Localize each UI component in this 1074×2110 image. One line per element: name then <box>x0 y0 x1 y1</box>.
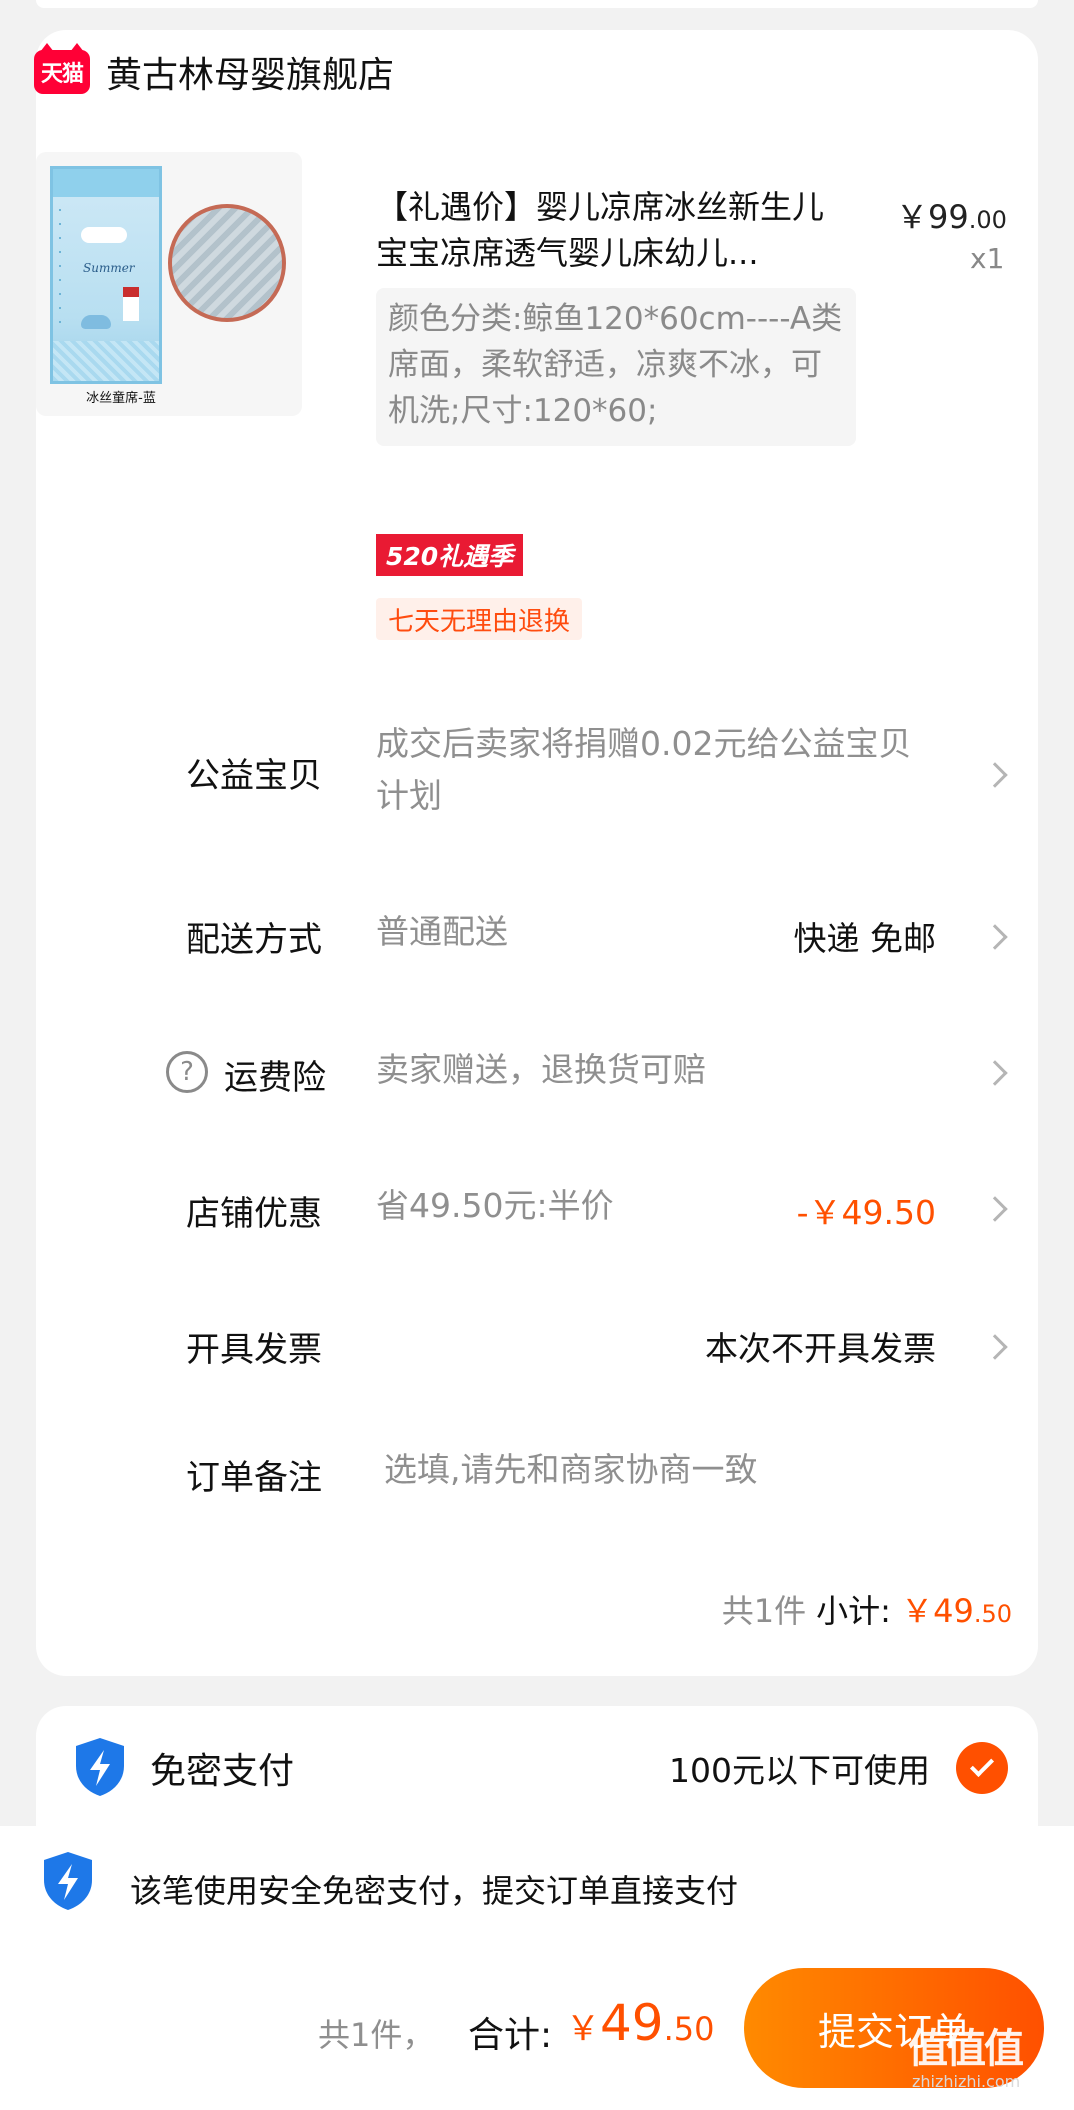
help-icon[interactable]: ? <box>166 1051 208 1093</box>
product-price: ￥99.00 <box>896 198 1007 236</box>
total-count: 共1件， <box>318 2016 435 2054</box>
payment-limit: 100元以下可使用 <box>669 1751 930 1790</box>
checkbox-checked-icon[interactable] <box>956 1742 1008 1794</box>
product-image[interactable]: Summer 冰丝童席-蓝 <box>36 152 302 416</box>
product-title[interactable]: 【礼遇价】婴儿凉席冰丝新生儿宝宝凉席透气婴儿床幼儿... <box>376 184 846 276</box>
mat-text: Summer <box>83 261 135 275</box>
charity-value: 成交后卖家将捐赠0.02元给公益宝贝计划 <box>376 724 912 815</box>
watermark-logo: 值值值 <box>908 2026 1024 2072</box>
store-discount-amount: -￥49.50 <box>796 1193 936 1232</box>
secure-payment-note: 该笔使用安全免密支付，提交订单直接支付 <box>130 1872 739 1910</box>
shipping-insurance-value: 卖家赠送，退换货可赔 <box>376 1050 706 1089</box>
mat-illustration: Summer <box>50 166 162 384</box>
delivery-label: 配送方式 <box>186 920 322 960</box>
subtotal-count: 共1件 <box>721 1592 807 1630</box>
remark-label: 订单备注 <box>186 1458 322 1498</box>
payment-title: 免密支付 <box>150 1751 295 1792</box>
previous-card-edge <box>36 0 1038 8</box>
remark-input[interactable]: 选填,请先和商家协商一致 <box>384 1444 758 1496</box>
shield-lightning-icon <box>44 1852 92 1910</box>
return-policy-tag: 七天无理由退换 <box>376 598 583 640</box>
store-discount-value: 省49.50元:半价 <box>376 1186 614 1225</box>
shipping-insurance-label: 运费险 <box>224 1058 326 1098</box>
subtotal-label: 小计: <box>816 1592 891 1630</box>
product-quantity: x1 <box>970 242 1005 275</box>
watermark-url: zhizhizhi.com <box>912 2072 1021 2091</box>
fabric-zoom-circle <box>168 204 286 322</box>
image-caption: 冰丝童席-蓝 <box>86 391 156 406</box>
delivery-value: 普通配送 <box>376 912 508 951</box>
charity-label: 公益宝贝 <box>186 756 322 796</box>
total-amount: ￥49.50 <box>566 1994 715 2052</box>
subtotal-amount: ￥49.50 <box>901 1592 1012 1630</box>
sku-description: 颜色分类:鲸鱼120*60cm----A类席面，柔软舒适，凉爽不冰，可机洗;尺寸… <box>376 288 856 446</box>
delivery-method: 快递 免邮 <box>793 919 937 958</box>
shop-header[interactable]: 天猫 黄古林母婴旗舰店 <box>34 43 394 100</box>
store-discount-label: 店铺优惠 <box>186 1194 322 1234</box>
invoice-label: 开具发票 <box>186 1330 322 1370</box>
invoice-value: 本次不开具发票 <box>705 1329 936 1368</box>
shield-lightning-icon <box>76 1738 124 1796</box>
shop-name[interactable]: 黄古林母婴旗舰店 <box>106 46 394 98</box>
promo-tag: 520礼遇季 <box>376 534 524 576</box>
subtotal: 共1件 小计: ￥49.50 <box>722 1586 1012 1632</box>
total-label: 合计: <box>468 2015 553 2056</box>
tmall-logo-icon: 天猫 <box>34 43 90 94</box>
